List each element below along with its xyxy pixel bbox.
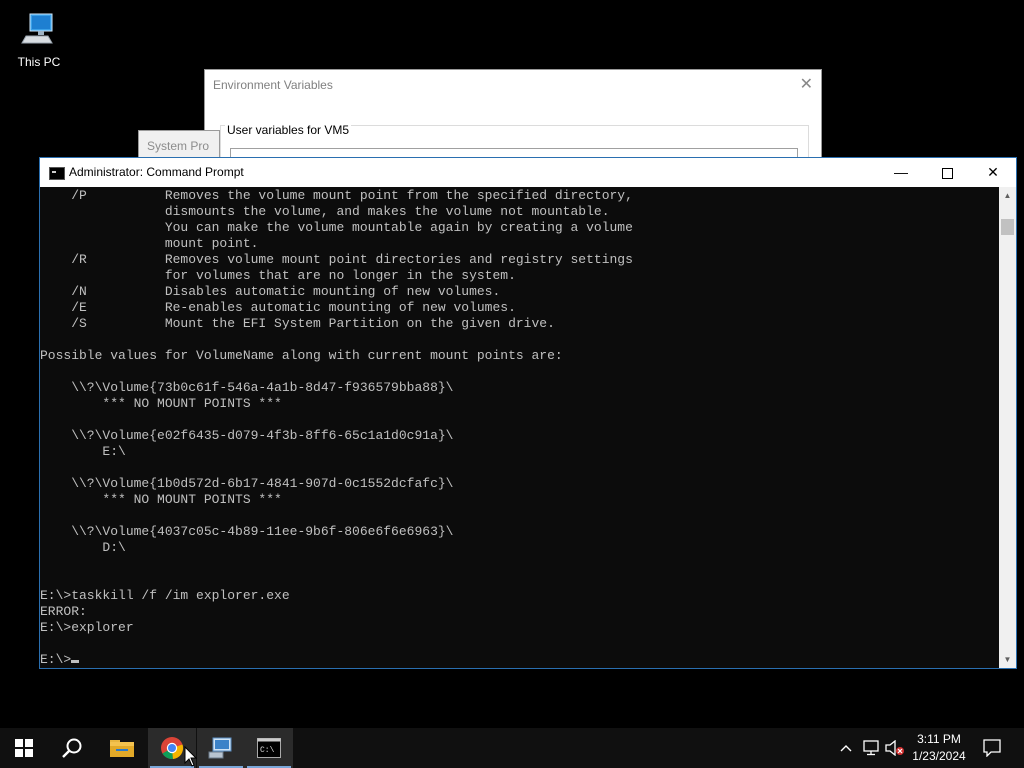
environment-variables-window[interactable]: Environment Variables ✕ User variables f…	[204, 69, 822, 187]
console-text: /P Removes the volume mount point from t…	[40, 187, 1000, 668]
scroll-thumb[interactable]	[1001, 219, 1014, 235]
console-line: E:\>taskkill /f /im explorer.exe	[40, 588, 290, 603]
svg-text:C:\: C:\	[260, 746, 275, 755]
mouse-cursor-icon	[184, 746, 198, 767]
console-line: D:\	[40, 540, 126, 555]
close-icon[interactable]: ✕	[800, 74, 813, 94]
user-variables-label: User variables for VM5	[225, 123, 352, 137]
system-properties-title: System Pro	[147, 139, 210, 153]
clock-date: 1/23/2024	[912, 749, 966, 763]
console-line: *** NO MOUNT POINTS ***	[40, 396, 282, 411]
clock-time: 3:11 PM	[917, 732, 961, 746]
console-prompt-line[interactable]: E:\>	[40, 652, 1000, 668]
taskbar: C:\ 3:11 PM 1/23/2024	[0, 728, 1024, 768]
console-line: You can make the volume mountable again …	[40, 220, 633, 235]
minimize-button[interactable]: —	[878, 158, 924, 187]
cmd-window-icon	[49, 167, 65, 180]
console-line: \\?\Volume{1b0d572d-6b17-4841-907d-0c155…	[40, 476, 454, 491]
windows-start-icon	[15, 739, 33, 757]
this-pc-desktop-icon[interactable]: This PC	[10, 8, 68, 69]
scroll-down-icon[interactable]: ▼	[999, 651, 1016, 668]
maximize-button[interactable]	[924, 158, 970, 187]
cmd-window-title: Administrator: Command Prompt	[69, 165, 244, 179]
console-line: *** NO MOUNT POINTS ***	[40, 492, 282, 507]
command-prompt-window[interactable]: Administrator: Command Prompt — ✕ /P Rem…	[39, 157, 1017, 669]
folder-icon	[110, 740, 134, 757]
text-cursor	[71, 660, 80, 663]
env-window-title: Environment Variables	[213, 78, 333, 92]
chrome-icon	[161, 737, 184, 760]
remote-desktop-button[interactable]	[197, 728, 245, 768]
console-line: /E Re-enables automatic mounting of new …	[40, 300, 516, 315]
console-line: /R Removes volume mount point directorie…	[40, 252, 633, 267]
network-icon	[863, 740, 879, 756]
console-line: /P Removes the volume mount point from t…	[40, 188, 633, 203]
console-prompt: E:\>	[40, 652, 72, 667]
cmd-titlebar[interactable]: Administrator: Command Prompt — ✕	[40, 158, 1016, 187]
console-line: ERROR:	[40, 604, 87, 619]
command-prompt-icon: C:\	[257, 738, 281, 758]
console-line: \\?\Volume{4037c05c-4b89-11ee-9b6f-806e6…	[40, 524, 454, 539]
console-line: /S Mount the EFI System Partition on the…	[40, 316, 555, 331]
console-line: mount point.	[40, 236, 259, 251]
computer-icon	[21, 13, 53, 44]
network-tray-button[interactable]	[860, 728, 882, 768]
search-icon	[62, 738, 82, 758]
console-line: Possible values for VolumeName along wit…	[40, 348, 563, 363]
command-prompt-taskbar-button[interactable]: C:\	[245, 728, 293, 768]
file-explorer-button[interactable]	[98, 728, 146, 768]
console-line: \\?\Volume{73b0c61f-546a-4a1b-8d47-f9365…	[40, 380, 454, 395]
console-line: /N Disables automatic mounting of new vo…	[40, 284, 501, 299]
console-line: E:\>explorer	[40, 620, 134, 635]
search-button[interactable]	[48, 728, 96, 768]
network-computer-icon	[208, 737, 232, 759]
console-line: dismounts the volume, and makes the volu…	[40, 204, 610, 219]
console-output[interactable]: /P Removes the volume mount point from t…	[40, 187, 1000, 668]
show-hidden-icons-button[interactable]	[836, 728, 856, 768]
close-button[interactable]: ✕	[970, 158, 1016, 187]
system-clock[interactable]: 3:11 PM 1/23/2024	[900, 731, 978, 765]
action-center-button[interactable]	[980, 728, 1004, 768]
notification-icon	[983, 739, 1001, 757]
console-line: E:\	[40, 444, 126, 459]
console-scrollbar[interactable]: ▲ ▼	[999, 187, 1016, 668]
start-button[interactable]	[0, 728, 48, 768]
console-line: for volumes that are no longer in the sy…	[40, 268, 516, 283]
console-line: \\?\Volume{e02f6435-d079-4f3b-8ff6-65c1a…	[40, 428, 454, 443]
chevron-up-icon	[840, 745, 852, 752]
this-pc-label: This PC	[17, 55, 61, 69]
scroll-up-icon[interactable]: ▲	[999, 187, 1016, 204]
maximize-icon	[941, 167, 953, 179]
